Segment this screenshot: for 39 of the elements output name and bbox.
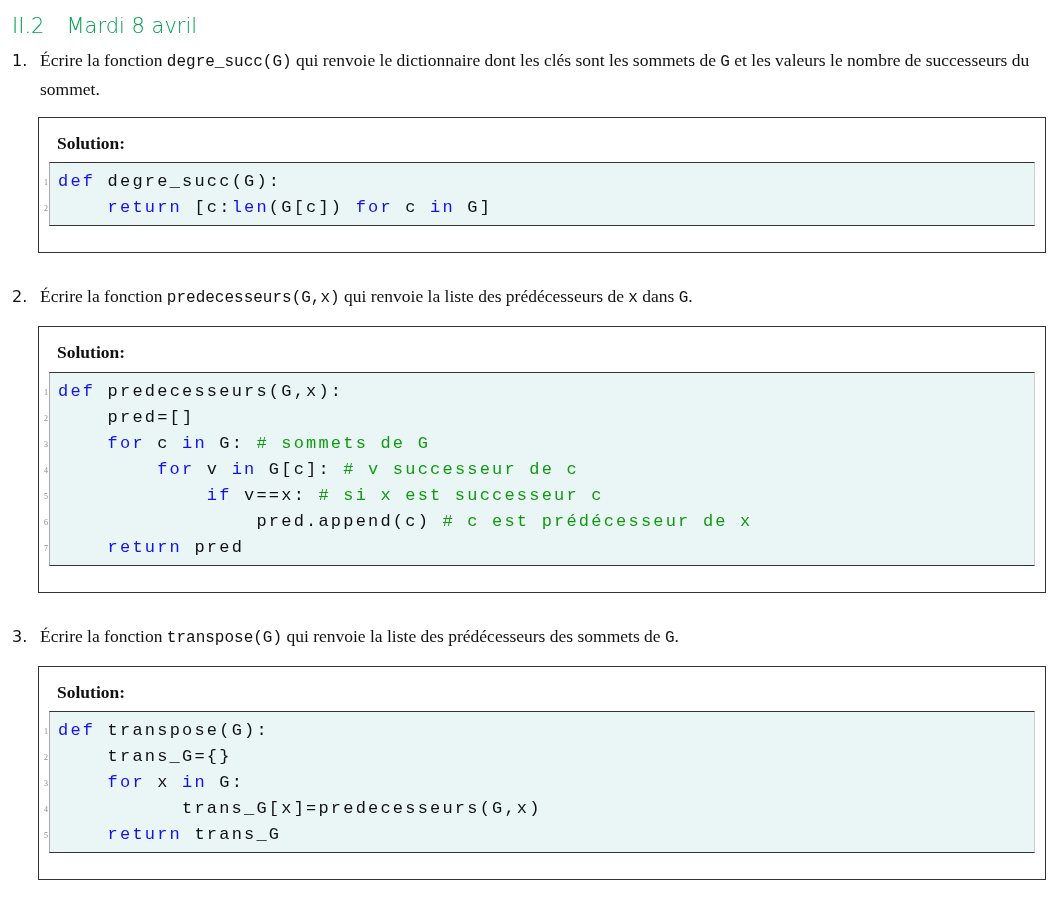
solution-label: Solution: — [57, 132, 126, 156]
code-line: return [c:len(G[c]) for c in G] — [106, 197, 494, 220]
question-number: 1. — [12, 50, 29, 73]
line-number: 6 — [43, 516, 49, 529]
line-number: 7 — [43, 542, 49, 555]
code-line: def predecesseurs(G,x): — [58, 380, 345, 403]
code-line: return trans_G — [106, 823, 283, 846]
code-line: def degre_succ(G): — [58, 171, 283, 194]
line-number: 1 — [43, 386, 49, 399]
line-number: 3 — [43, 777, 49, 790]
solution-label: Solution: — [57, 680, 126, 704]
section-number: II.2 — [12, 14, 45, 40]
line-number: 2 — [43, 751, 49, 764]
solution-label: Solution: — [57, 341, 126, 365]
line-number: 2 — [43, 412, 49, 425]
question-text: Écrire la fonction transpose(G) qui renvoie la liste des prédécesseurs des sommets de G. — [40, 624, 680, 649]
question-number: 2. — [12, 286, 29, 309]
code-line: def transpose(G): — [58, 719, 270, 742]
question-text: Écrire la fonction predecesseurs(G,x) qui renvoie la liste des prédécesseurs de x dans G. — [40, 285, 694, 310]
line-number: 3 — [43, 438, 49, 451]
line-number: 2 — [43, 203, 49, 216]
line-number: 1 — [43, 725, 49, 738]
code-line: pred=[] — [106, 406, 196, 429]
code-line: if v==x: # si x est successeur c — [205, 484, 605, 507]
question-number: 3. — [12, 625, 29, 648]
code-line: return pred — [106, 536, 246, 559]
line-number: 4 — [43, 464, 49, 477]
line-number: 5 — [43, 829, 49, 842]
question-text: Écrire la fonction degre_succ(G) qui renvoie le dictionnaire dont les clés sont les sommets de G et les valeurs le nombre de successeurs du sommet. — [40, 49, 1031, 102]
code-line: for v in G[c]: # v successeur de c — [156, 458, 580, 481]
line-number: 5 — [43, 490, 49, 503]
section-title: Mardi 8 avril — [66, 14, 198, 40]
line-number: 4 — [43, 803, 49, 816]
code-line: trans_G={} — [106, 745, 233, 768]
code-line: for c in G: # sommets de G — [106, 432, 432, 455]
line-number: 1 — [43, 177, 49, 190]
code-line: pred.append(c) # c est prédécesseur de x — [255, 510, 754, 533]
code-line: for x in G: — [106, 771, 246, 794]
code-line: trans_G[x]=predecesseurs(G,x) — [181, 797, 543, 820]
